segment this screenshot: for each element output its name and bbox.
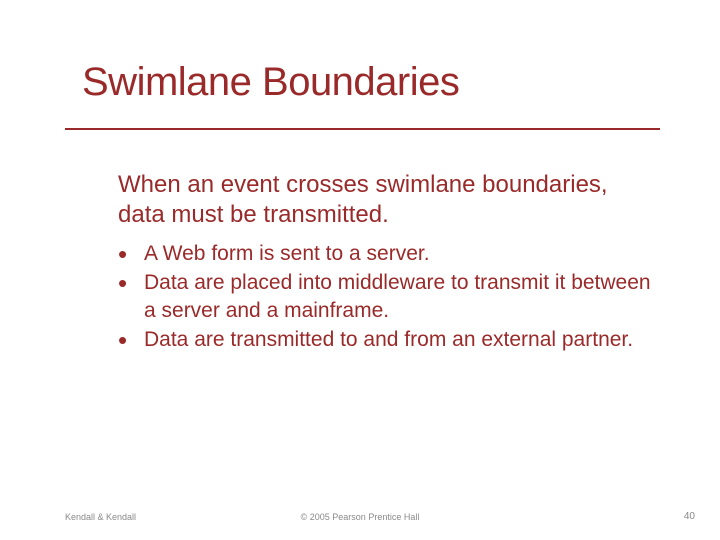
bullet-text: A Web form is sent to a server. xyxy=(144,242,430,265)
bullet-icon: • xyxy=(118,270,127,296)
slide: Swimlane Boundaries When an event crosse… xyxy=(0,0,720,540)
bullet-text: Data are transmitted to and from an exte… xyxy=(144,328,633,351)
bullet-list: • A Web form is sent to a server. • Data… xyxy=(118,240,658,353)
lead-paragraph: When an event crosses swimlane boundarie… xyxy=(118,170,658,230)
title-underline xyxy=(65,128,660,130)
slide-body: When an event crosses swimlane boundarie… xyxy=(118,170,658,355)
bullet-text: Data are placed into middleware to trans… xyxy=(144,271,651,321)
list-item: • Data are placed into middleware to tra… xyxy=(118,269,658,324)
bullet-icon: • xyxy=(118,241,127,267)
footer-copyright: © 2005 Pearson Prentice Hall xyxy=(0,512,720,522)
bullet-icon: • xyxy=(118,327,127,353)
footer-page-number: 40 xyxy=(684,511,695,522)
slide-title: Swimlane Boundaries xyxy=(82,60,459,105)
list-item: • Data are transmitted to and from an ex… xyxy=(118,326,658,353)
list-item: • A Web form is sent to a server. xyxy=(118,240,658,267)
